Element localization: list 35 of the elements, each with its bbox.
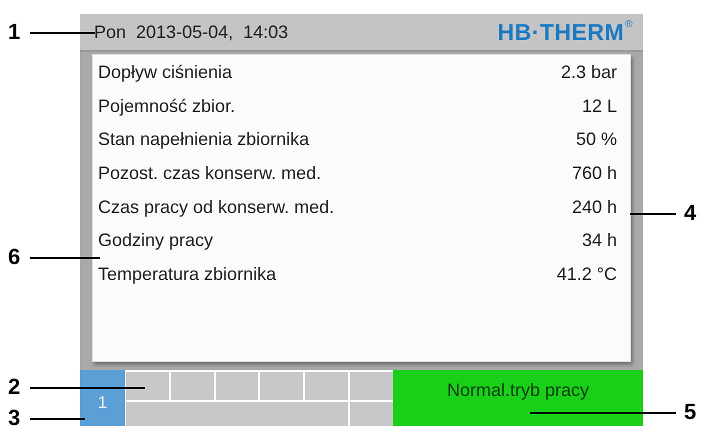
unit-number: 1 [80,370,125,426]
row-value: 41.2 °C [556,264,617,285]
brand-logo: HB·THERM® [497,18,633,46]
row-label: Temperatura zbiornika [98,264,276,285]
status-cell [350,372,393,400]
row-label: Pojemność zbior. [98,96,236,117]
row-label: Godziny pracy [98,230,214,252]
row-value: 240 h [572,196,617,218]
row-value: 34 h [582,230,617,252]
row-label: Czas pracy od konserw. med. [98,196,334,218]
callout-number: 1 [8,19,20,45]
date-time: Pon 2013-05-04, 14:03 [94,22,288,42]
callout-number: 5 [684,399,696,425]
status-cell [126,372,169,400]
callout-number: 3 [8,405,20,426]
row-label: Pozost. czas konserw. med. [98,163,322,184]
callout-number: 6 [8,244,20,270]
callout-number: 4 [684,200,696,226]
status-cell [260,372,304,400]
status-cell [170,372,214,400]
row-value: 50 % [576,129,617,150]
row-label: Dopływ ciśnienia [98,62,232,84]
row-value: 760 h [572,163,617,184]
row-label: Stan napełnienia zbiornika [98,129,310,150]
row-value: 12 L [582,96,617,117]
status-cell [350,402,393,426]
row-value: 2.3 bar [560,62,617,84]
leader-line [30,257,100,258]
status-cell [216,372,258,400]
mode-status: Normal.tryb pracy [393,370,643,426]
callout-number: 2 [8,374,20,400]
leader-line [30,418,85,420]
status-cell [305,372,348,400]
leader-line [30,32,95,34]
leader-line [630,213,676,214]
